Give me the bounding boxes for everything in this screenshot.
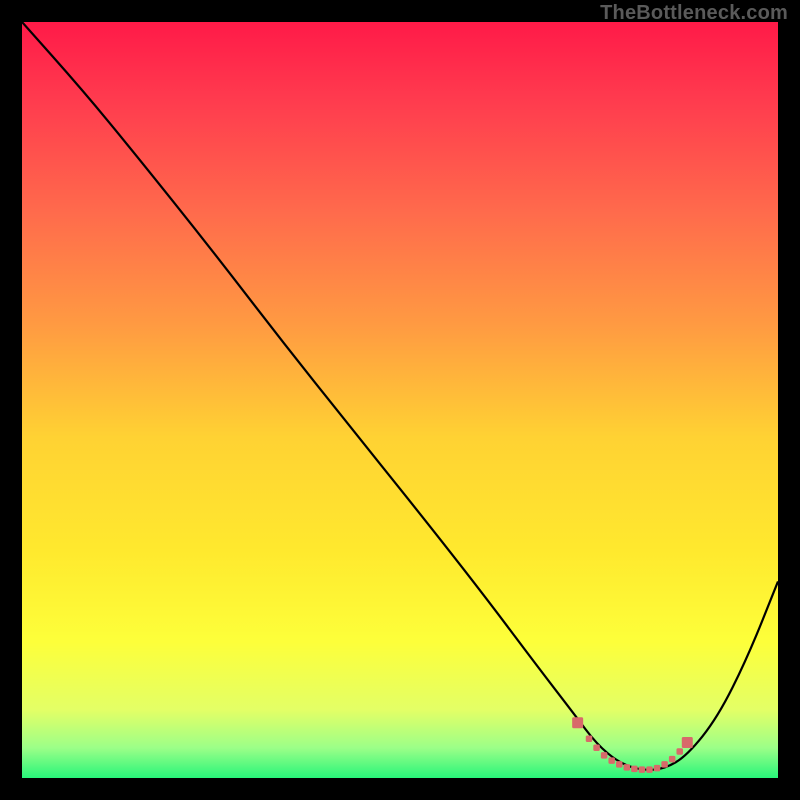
chart-svg bbox=[22, 22, 778, 778]
watermark-text: TheBottleneck.com bbox=[600, 2, 788, 25]
chart-background bbox=[22, 22, 778, 778]
bottleneck-chart: TheBottleneck.com bbox=[0, 0, 800, 800]
plot-area bbox=[22, 22, 778, 778]
